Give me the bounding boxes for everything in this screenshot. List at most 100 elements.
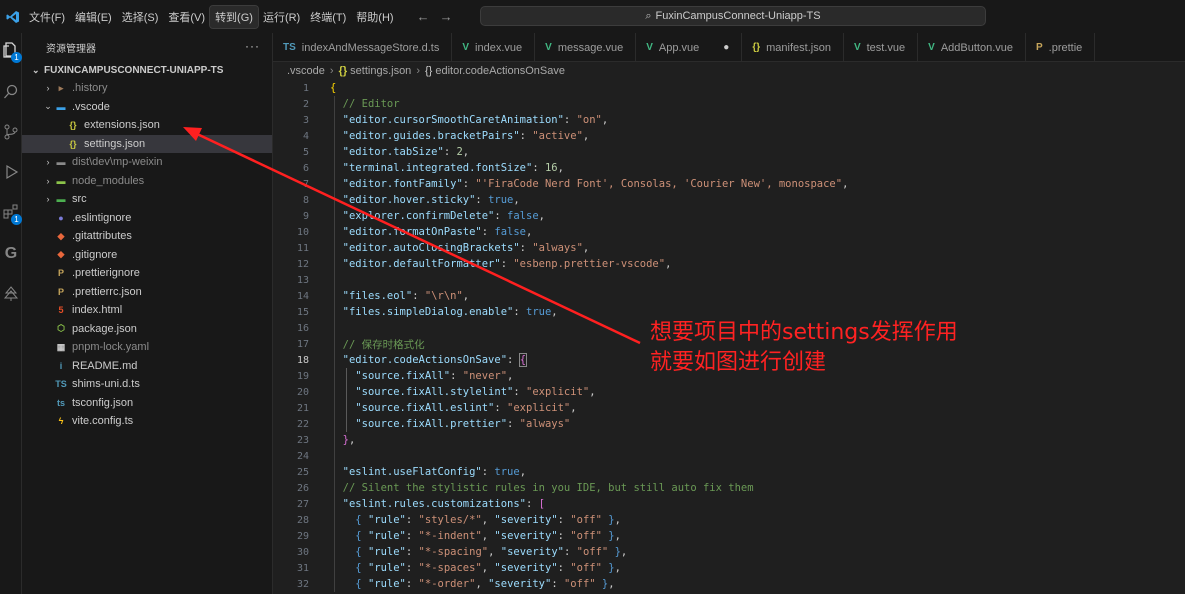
tab-label: .prettie (1048, 41, 1083, 54)
search-icon[interactable] (2, 83, 20, 101)
code-token: : (563, 546, 577, 558)
tree-item[interactable]: ϟ vite.config.ts (22, 412, 272, 431)
breadcrumb-symbol[interactable]: editor.codeActionsOnSave (435, 65, 565, 77)
line-number: 12 (296, 258, 309, 270)
code-token: , (526, 226, 533, 238)
code-token: 16 (544, 162, 558, 174)
menu-item[interactable]: 编辑(E) (70, 6, 117, 28)
editor-tab[interactable]: Vindex.vue (452, 33, 536, 61)
code-token: : (513, 306, 526, 318)
code-token: "styles/*" (418, 514, 482, 526)
code-token: : (405, 530, 419, 542)
tree-item[interactable]: › ▸ .history (22, 79, 272, 98)
tree-item[interactable]: › ▬ dist\dev\mp-weixin (22, 153, 272, 172)
code-text: "files.simpleDialog.enable": true, (330, 306, 558, 318)
code-line: 12 "editor.defaultFormatter": "esbenp.pr… (273, 256, 1185, 272)
forward-arrow-icon[interactable]: → (440, 9, 453, 24)
tree-item[interactable]: 5 index.html (22, 301, 272, 320)
json-braces-icon: {} (69, 138, 77, 149)
tree-item[interactable]: › ▬ src (22, 190, 272, 209)
tree-icon[interactable] (2, 285, 20, 303)
code-token: , (481, 562, 495, 574)
code-token: "explorer.confirmDelete" (342, 210, 495, 222)
line-number: 26 (296, 482, 309, 494)
editor-tab[interactable]: TS indexAndMessageStore.d.ts (273, 33, 453, 61)
gitlens-icon[interactable]: G (2, 245, 20, 263)
tree-item-label: src (72, 193, 87, 206)
line-number: 5 (302, 146, 309, 158)
line-number: 29 (296, 530, 309, 542)
command-center-search[interactable]: ⌕ FuxinCampusConnect-Uniapp-TS (480, 6, 986, 26)
code-token: // 保存时格式化 (342, 338, 425, 351)
code-token: : (405, 546, 419, 558)
menu-item[interactable]: 帮助(H) (351, 6, 398, 28)
tree-item[interactable]: ts tsconfig.json (22, 394, 272, 413)
source-control-icon[interactable] (2, 123, 20, 141)
code-line: 14 "files.eol": "\r\n", (273, 288, 1185, 304)
vscode-logo-icon (4, 8, 22, 26)
tree-item[interactable]: P .prettierrc.json (22, 283, 272, 302)
code-token: , (488, 546, 501, 558)
editor-tab[interactable]: Vtest.vue (844, 33, 919, 61)
code-line: 10 "editor.formatOnPaste": false, (273, 224, 1185, 240)
code-token: , (614, 514, 621, 526)
tab-label: AddButton.vue (940, 41, 1013, 54)
chevron-right-icon: › (46, 175, 50, 186)
code-token: , (557, 162, 564, 174)
editor-tab[interactable]: {} manifest.json (742, 33, 844, 61)
file-type-icon: V (928, 42, 935, 53)
extensions-icon[interactable]: 1 (2, 203, 22, 225)
editor-tab[interactable]: V App.vue ● (636, 33, 743, 61)
code-token: "esbenp.prettier-vscode" (513, 258, 666, 270)
tree-item[interactable]: P .prettierignore (22, 264, 272, 283)
menu-item[interactable]: 终端(T) (305, 6, 351, 28)
code-token: : (557, 562, 571, 574)
tree-item[interactable]: ◆ .gitignore (22, 246, 272, 265)
code-token: , (614, 562, 621, 574)
editor-tab[interactable]: P .prettie (1026, 33, 1096, 61)
tree-item[interactable]: {} extensions.json (22, 116, 272, 135)
menu-item[interactable]: 运行(R) (258, 6, 305, 28)
breadcrumb-file[interactable]: settings.json (350, 65, 411, 77)
tree-item[interactable]: i README.md (22, 357, 272, 376)
chevron-right-icon: › (46, 83, 50, 94)
menu-item[interactable]: 查看(V) (163, 6, 210, 28)
breadcrumb-folder[interactable]: .vscode (287, 65, 325, 77)
explorer-files-icon[interactable]: 1 (2, 41, 22, 63)
tree-item[interactable]: ◆ .gitattributes (22, 227, 272, 246)
code-token: , (551, 306, 558, 318)
code-token: "never" (462, 370, 508, 382)
tree-item[interactable]: ▦ pnpm-lock.yaml (22, 338, 272, 357)
code-token: , (348, 434, 356, 446)
tree-item[interactable]: › ▬ node_modules (22, 172, 272, 191)
menu-item[interactable]: 转到(G) (209, 4, 259, 29)
project-root[interactable]: ⌄ FUXINCAMPUSCONNECT-UNIAPP-TS (22, 61, 272, 79)
tab-label: indexAndMessageStore.d.ts (301, 41, 440, 54)
tab-label: manifest.json (766, 41, 831, 54)
menu-bar: 文件(F) 编辑(E) 选择(S) 查看(V) 转到(G) 运行(R) 终端(T) 帮助(H) (24, 4, 399, 29)
unsaved-dot-icon[interactable]: ● (723, 42, 729, 53)
chevron-right-icon: › (46, 157, 50, 168)
code-token: , (475, 578, 489, 590)
run-debug-icon[interactable] (2, 163, 20, 181)
editor-tab[interactable]: Vmessage.vue (535, 33, 637, 61)
editor-tab[interactable]: V AddButton.vue (918, 33, 1026, 61)
back-arrow-icon[interactable]: ← (417, 9, 430, 24)
tree-item[interactable]: ⌄ ▬ .vscode (22, 98, 272, 117)
line-number: 23 (296, 434, 309, 446)
explorer-sidebar: 资源管理器 ··· ⌄ FUXINCAMPUSCONNECT-UNIAPP-TS… (22, 33, 273, 594)
tree-item-label: node_modules (72, 174, 145, 187)
tree-item[interactable]: {} settings.json (22, 134, 272, 153)
code-token: "editor.codeActionsOnSave" (342, 354, 508, 366)
more-actions-icon[interactable]: ··· (245, 39, 260, 53)
tree-item[interactable]: TS shims-uni.d.ts (22, 375, 272, 394)
code-token: "active" (532, 130, 583, 142)
menu-item[interactable]: 选择(S) (117, 6, 164, 28)
tree-item[interactable]: ⬡ package.json (22, 320, 272, 339)
code-line: 20 "source.fixAll.stylelint": "explicit"… (273, 384, 1185, 400)
tree-item[interactable]: ● .eslintignore (22, 209, 272, 228)
menu-item[interactable]: 文件(F) (24, 6, 70, 28)
